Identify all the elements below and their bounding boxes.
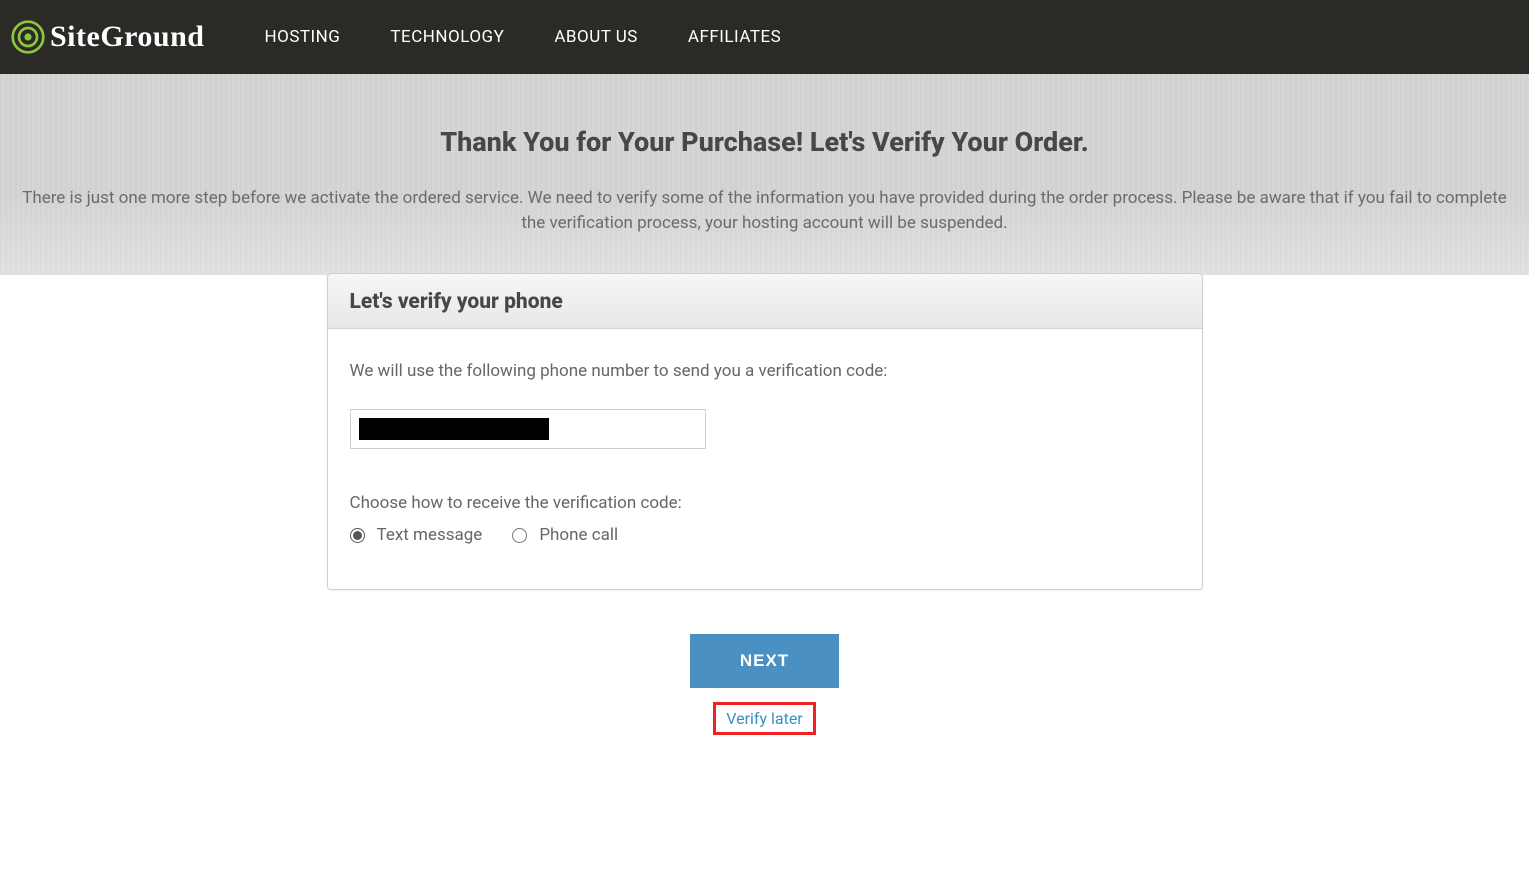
- card-header: Let's verify your phone: [328, 274, 1202, 329]
- page-title: Thank You for Your Purchase! Let's Verif…: [14, 126, 1515, 158]
- nav-link-affiliates[interactable]: AFFILIATES: [688, 27, 781, 47]
- page-subtitle: There is just one more step before we ac…: [14, 186, 1515, 235]
- redacted-phone-value: [359, 418, 549, 440]
- brand-logo[interactable]: SiteGround: [10, 19, 205, 55]
- verify-later-highlight: Verify later: [713, 702, 815, 735]
- radio-text-message-input[interactable]: [350, 528, 365, 543]
- card-title: Let's verify your phone: [350, 290, 1180, 314]
- brand-icon: [10, 19, 46, 55]
- radio-phone-call-label: Phone call: [539, 525, 618, 545]
- verify-phone-card: Let's verify your phone We will use the …: [327, 273, 1203, 590]
- next-button[interactable]: NEXT: [690, 634, 839, 688]
- radio-phone-call-input[interactable]: [512, 528, 527, 543]
- top-navbar: SiteGround HOSTING TECHNOLOGY ABOUT US A…: [0, 0, 1529, 74]
- hero-section: Thank You for Your Purchase! Let's Verif…: [0, 74, 1529, 275]
- phone-number-input[interactable]: [350, 409, 706, 449]
- nav-link-about[interactable]: ABOUT US: [554, 27, 638, 47]
- radio-phone-call[interactable]: Phone call: [512, 525, 618, 545]
- radio-text-message-label: Text message: [377, 525, 483, 545]
- nav-link-hosting[interactable]: HOSTING: [265, 27, 341, 47]
- choose-method-label: Choose how to receive the verification c…: [350, 493, 1180, 513]
- brand-name: SiteGround: [50, 20, 205, 54]
- primary-nav: HOSTING TECHNOLOGY ABOUT US AFFILIATES: [265, 27, 782, 47]
- nav-link-technology[interactable]: TECHNOLOGY: [390, 27, 504, 47]
- actions-area: NEXT Verify later: [0, 634, 1529, 735]
- verification-method-radios: Text message Phone call: [350, 525, 1180, 545]
- verify-later-link[interactable]: Verify later: [726, 709, 802, 728]
- radio-text-message[interactable]: Text message: [350, 525, 483, 545]
- card-lead-text: We will use the following phone number t…: [350, 361, 1180, 381]
